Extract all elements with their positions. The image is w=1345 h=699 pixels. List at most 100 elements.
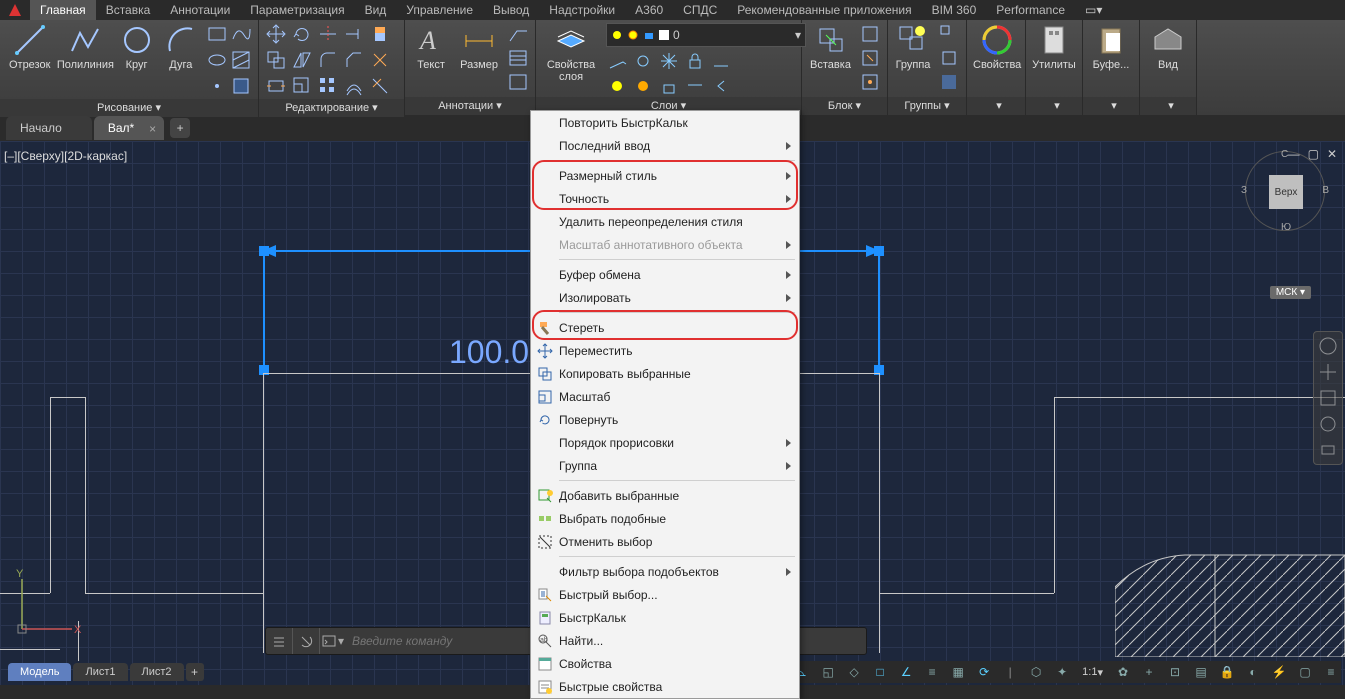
viewport-label[interactable]: [–][Сверху][2D-каркас]	[4, 149, 127, 163]
units-button[interactable]: ⊡	[1165, 662, 1185, 682]
arc-button[interactable]: Дуга	[162, 23, 200, 71]
grip[interactable]	[259, 246, 269, 256]
explode-icon[interactable]	[369, 49, 391, 71]
ctx-выбрать-подобные[interactable]: Выбрать подобные	[531, 507, 799, 530]
minimize-icon[interactable]: —	[1288, 147, 1300, 161]
ungroup-icon[interactable]	[938, 23, 960, 45]
align-icon[interactable]	[369, 75, 391, 97]
customize-button[interactable]: ≡	[1321, 662, 1341, 682]
selection-cycle[interactable]: ⟳	[974, 662, 994, 682]
layer-props-button[interactable]: Свойстваслоя	[542, 23, 600, 83]
scale-icon[interactable]	[291, 75, 313, 97]
transparency-toggle[interactable]: ▦	[948, 662, 968, 682]
ctx-добавить-выбранные[interactable]: Добавить выбранные	[531, 484, 799, 507]
layer-combo[interactable]: 0▾	[606, 23, 806, 47]
view-button[interactable]: Вид	[1146, 23, 1190, 71]
ctx-переместить[interactable]: Переместить	[531, 339, 799, 362]
cmd-tools-icon[interactable]	[293, 628, 320, 654]
panel-draw-title[interactable]: Рисование	[0, 99, 258, 117]
block-attdef-icon[interactable]	[859, 71, 881, 93]
ctx-быстрые-свойства[interactable]: Быстрые свойства	[531, 675, 799, 698]
lock-ui-toggle[interactable]: 🔒	[1217, 662, 1237, 682]
tab-addins[interactable]: Надстройки	[539, 0, 625, 20]
block-edit-icon[interactable]	[859, 47, 881, 69]
copy-icon[interactable]	[265, 49, 287, 71]
isodraft-toggle[interactable]: ◇	[844, 662, 864, 682]
tab-a360[interactable]: A360	[625, 0, 673, 20]
ctx-буфер-обмена[interactable]: Буфер обмена	[531, 263, 799, 286]
rect-icon[interactable]	[206, 23, 228, 45]
properties-button[interactable]: Свойства	[973, 23, 1021, 71]
ctx-найти-[interactable]: abНайти...	[531, 629, 799, 652]
panel-utils-title[interactable]	[1026, 97, 1082, 115]
app-logo[interactable]	[0, 0, 30, 20]
spline-icon[interactable]	[230, 23, 252, 45]
hatch-icon[interactable]	[230, 49, 252, 71]
lineweight-toggle[interactable]: ≡	[922, 662, 942, 682]
extend-icon[interactable]	[343, 23, 365, 45]
doc-tab-file[interactable]: Вал*×	[94, 116, 164, 140]
ctx-быстрый-выбор-[interactable]: Быстрый выбор...	[531, 583, 799, 606]
mtext-icon[interactable]	[507, 71, 529, 93]
ctx-отменить-выбор[interactable]: Отменить выбор	[531, 530, 799, 553]
tab-performance[interactable]: Performance	[986, 0, 1075, 20]
grip[interactable]	[874, 246, 884, 256]
ctx-повернуть[interactable]: Повернуть	[531, 408, 799, 431]
tab-parametric[interactable]: Параметризация	[240, 0, 354, 20]
offset-icon[interactable]	[343, 75, 365, 97]
tab-manage[interactable]: Управление	[396, 0, 483, 20]
ctx-повторить-быстркальк[interactable]: Повторить БыстрКальк	[531, 111, 799, 134]
ctx-быстркальк[interactable]: БыстрКальк	[531, 606, 799, 629]
tab-view[interactable]: Вид	[355, 0, 397, 20]
add-tab-button[interactable]: +	[170, 118, 190, 138]
tab-model[interactable]: Модель	[8, 663, 71, 681]
ctx-свойства[interactable]: Свойства	[531, 652, 799, 675]
rotate-icon[interactable]	[291, 23, 313, 45]
lay-prev-icon[interactable]	[710, 75, 732, 97]
zoom-extents-icon[interactable]	[1318, 388, 1338, 408]
lay-off-icon[interactable]	[606, 50, 628, 72]
point-icon[interactable]	[206, 75, 228, 97]
panel-clipboard-title[interactable]	[1083, 97, 1139, 115]
utils-button[interactable]: Утилиты	[1032, 23, 1076, 71]
tab-insert[interactable]: Вставка	[96, 0, 161, 20]
ctx-порядок-прорисовки[interactable]: Порядок прорисовки	[531, 431, 799, 454]
tab-main[interactable]: Главная	[30, 0, 96, 20]
lay-iso-icon[interactable]	[632, 50, 654, 72]
leader-icon[interactable]	[507, 23, 529, 45]
ctx-удалить-переопределения-стиля[interactable]: Удалить переопределения стиля	[531, 210, 799, 233]
chamfer-icon[interactable]	[343, 49, 365, 71]
isolate-toggle[interactable]: ◐	[1243, 662, 1263, 682]
insert-block-button[interactable]: Вставка	[808, 23, 853, 71]
text-button[interactable]: AТекст	[411, 23, 451, 71]
panel-annotation-title[interactable]: Аннотации	[405, 97, 535, 115]
otrack-toggle[interactable]: ∠	[896, 662, 916, 682]
wcs-label[interactable]: МСК ▾	[1270, 286, 1311, 299]
lay-match-icon[interactable]	[710, 50, 732, 72]
panel-view-title[interactable]	[1140, 97, 1196, 115]
table-icon[interactable]	[507, 47, 529, 69]
lay-on-icon[interactable]	[606, 75, 628, 97]
close-icon[interactable]: ×	[149, 122, 156, 136]
annovis-toggle[interactable]: ✦	[1052, 662, 1072, 682]
ctx-стереть[interactable]: Стереть	[531, 316, 799, 339]
annomonitor-toggle[interactable]: +	[1139, 662, 1159, 682]
tab-bim360[interactable]: BIM 360	[922, 0, 987, 20]
ctx-группа[interactable]: Группа	[531, 454, 799, 477]
tab-layout2[interactable]: Лист2	[130, 663, 184, 681]
orbit-icon[interactable]	[1318, 414, 1338, 434]
scale-button[interactable]: 1:1 ▾	[1078, 662, 1107, 682]
showmotion-icon[interactable]	[1318, 440, 1338, 460]
ctx-точность[interactable]: Точность	[531, 187, 799, 210]
clipboard-button[interactable]: Буфе...	[1089, 23, 1133, 71]
group-button[interactable]: Группа	[894, 23, 932, 71]
move-icon[interactable]	[265, 23, 287, 45]
workspace-button[interactable]: ✿	[1113, 662, 1133, 682]
stretch-icon[interactable]	[265, 75, 287, 97]
array-icon[interactable]	[317, 75, 339, 97]
add-layout-button[interactable]: +	[186, 663, 204, 681]
lay-frz-icon[interactable]	[658, 50, 680, 72]
tab-output[interactable]: Вывод	[483, 0, 539, 20]
lay-unlock-icon[interactable]	[658, 75, 680, 97]
cmd-history-icon[interactable]	[266, 628, 293, 654]
